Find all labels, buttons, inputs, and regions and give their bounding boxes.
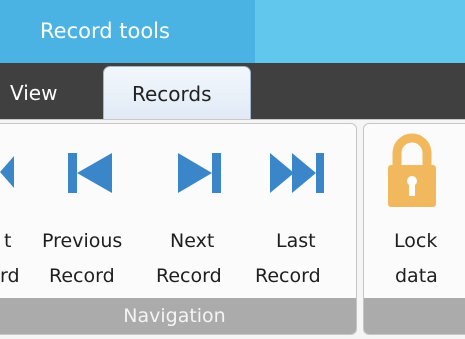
lock-group-label [364, 298, 465, 334]
next-record-button[interactable]: Next Record [150, 135, 245, 295]
last-record-button[interactable]: Last Record [250, 135, 345, 295]
previous-record-icon [68, 153, 112, 193]
next-record-label-line2: Record [156, 265, 222, 287]
context-tab-label: Record tools [40, 19, 170, 43]
previous-record-label-line2: Record [49, 265, 115, 287]
padlock-icon [388, 133, 436, 207]
next-record-icon [178, 153, 221, 193]
lock-data-label-line1: Lock [394, 230, 438, 252]
lock-data-button[interactable]: Lock data [380, 133, 460, 295]
previous-record-label-line1: Previous [42, 230, 123, 252]
first-record-button[interactable]: t rd [0, 135, 30, 295]
previous-record-button[interactable]: Previous Record [36, 135, 146, 295]
last-record-label-line1: Last [276, 230, 316, 252]
contextual-tab-bar: Record tools [0, 0, 465, 63]
navigation-group-label: Navigation [0, 298, 356, 334]
first-record-icon [0, 156, 14, 188]
last-record-icon [270, 153, 324, 193]
context-tab-record-tools[interactable]: Record tools [0, 0, 255, 63]
tab-records[interactable]: Records [103, 66, 251, 124]
lock-data-label-line2: data [395, 265, 438, 287]
last-record-label-line2: Record [255, 265, 321, 287]
next-record-label-line1: Next [170, 230, 215, 252]
tab-records-label: Records [132, 82, 212, 106]
first-record-label-line1: t [4, 230, 12, 252]
tab-view[interactable]: View [10, 81, 57, 105]
first-record-label-line2: rd [0, 265, 20, 287]
